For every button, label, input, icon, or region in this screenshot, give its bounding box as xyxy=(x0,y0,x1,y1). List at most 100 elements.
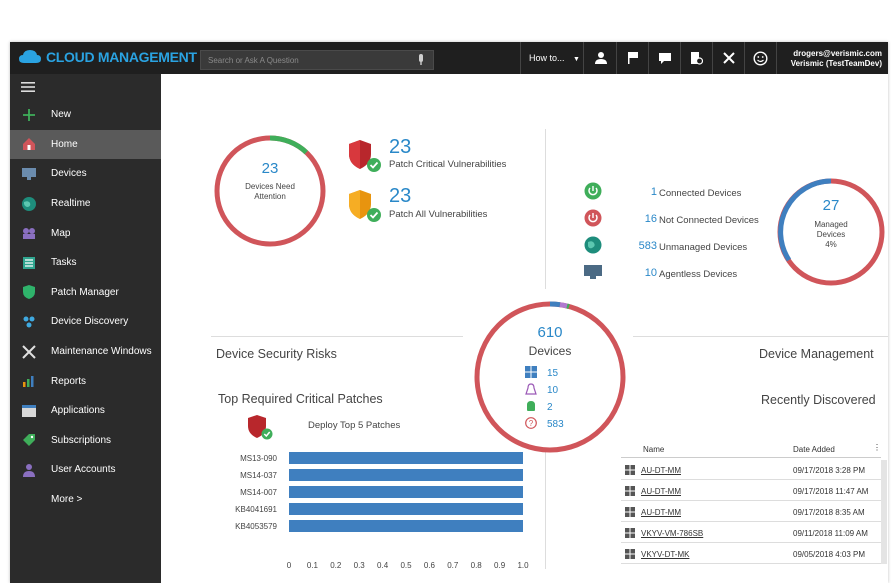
device-name-link[interactable]: AU-DT-MM xyxy=(641,466,681,475)
android-count[interactable]: 2 xyxy=(547,402,553,413)
document-clock-icon xyxy=(691,52,703,65)
table-row[interactable]: AU-DT-MM 09/17/2018 11:47 AM xyxy=(621,481,881,501)
all-label[interactable]: Patch All Vulnerabilities xyxy=(389,209,487,220)
smiley-icon xyxy=(753,50,768,66)
connected-label[interactable]: Connected Devices xyxy=(659,188,741,199)
dashboard: 23 Devices Need Attention 23 Patch Criti… xyxy=(161,74,888,583)
recent-table-header: Name Date Added ⋮ xyxy=(621,442,881,458)
device-name-link[interactable]: AU-DT-MM xyxy=(641,487,681,496)
flag-button[interactable] xyxy=(617,42,649,74)
howto-dropdown[interactable]: How to... ▼ xyxy=(520,42,584,74)
patches-title: Top Required Critical Patches xyxy=(218,392,383,406)
col-date[interactable]: Date Added xyxy=(793,445,835,454)
divider xyxy=(545,129,546,289)
sidebar-item-applications[interactable]: Applications xyxy=(10,396,161,426)
sidebar-item-patch-manager[interactable]: Patch Manager xyxy=(10,278,161,308)
patch-bar[interactable] xyxy=(289,520,523,532)
discovery-icon xyxy=(21,314,37,330)
windows-icon xyxy=(625,528,635,538)
table-row[interactable]: AU-DT-MM 09/17/2018 3:28 PM xyxy=(621,460,881,480)
sidebar-item-label: Tasks xyxy=(51,257,77,269)
sidebar-item-label: Map xyxy=(51,227,71,239)
sidebar-item-reports[interactable]: Reports xyxy=(10,366,161,396)
feedback-button[interactable] xyxy=(745,42,777,74)
table-row[interactable]: VKYV-VM-786SB 09/11/2018 11:09 AM xyxy=(621,523,881,543)
category-label: MS14-007 xyxy=(240,488,277,497)
sidebar-item-map[interactable]: Map xyxy=(10,218,161,248)
menu-toggle[interactable] xyxy=(10,74,161,100)
cloud-icon xyxy=(19,50,41,63)
windows-count[interactable]: 15 xyxy=(547,368,558,379)
col-name[interactable]: Name xyxy=(643,445,664,454)
table-scrollbar[interactable] xyxy=(881,460,887,564)
windows-icon xyxy=(625,465,635,475)
agentless-count[interactable]: 10 xyxy=(581,267,657,279)
managed-label: Managed Devices 4% xyxy=(814,220,848,249)
patches-chart: MS13-090 MS14-037 MS14-007 KB4041691 KB40535… xyxy=(235,452,529,570)
divider xyxy=(633,336,888,337)
sidebar: New Home Devices Realtime Map Tasks Patch Mana… xyxy=(10,74,161,583)
sidebar-item-label: New xyxy=(51,109,72,121)
sidebar-item-user-accounts[interactable]: User Accounts xyxy=(10,455,161,485)
connected-count[interactable]: 1 xyxy=(581,186,657,198)
user-account-menu[interactable]: drogers@verismic.com Verismic (TestTeamD… xyxy=(791,49,882,69)
user-profile-button[interactable] xyxy=(585,42,617,74)
x-tick-label: 0.6 xyxy=(424,561,436,570)
device-name-link[interactable]: VKYV-VM-786SB xyxy=(641,529,703,538)
sidebar-item-more[interactable]: More > xyxy=(10,485,161,515)
x-tick-label: 0.3 xyxy=(354,561,366,570)
sidebar-item-tasks[interactable]: Tasks xyxy=(10,248,161,278)
patch-bar[interactable] xyxy=(289,469,523,481)
sidebar-item-home[interactable]: Home xyxy=(10,129,161,160)
sidebar-item-new[interactable]: New xyxy=(10,100,161,130)
sidebar-item-maintenance-windows[interactable]: Maintenance Windows xyxy=(10,337,161,367)
category-label: KB4053579 xyxy=(235,522,277,531)
not-connected-count[interactable]: 16 xyxy=(581,213,657,225)
patch-bar[interactable] xyxy=(289,503,523,515)
microphone-icon[interactable] xyxy=(417,54,425,66)
device-name-link[interactable]: VKYV-DT-MK xyxy=(641,550,689,559)
date-added: 09/17/2018 11:47 AM xyxy=(793,487,869,496)
critical-count[interactable]: 23 xyxy=(389,136,411,159)
category-label: KB4041691 xyxy=(235,505,277,514)
chat-icon xyxy=(658,52,671,64)
patch-bar[interactable] xyxy=(289,486,523,498)
category-label: MS13-090 xyxy=(240,454,277,463)
chat-button[interactable] xyxy=(649,42,681,74)
unmanaged-label[interactable]: Unmanaged Devices xyxy=(659,242,747,253)
question-icon: ? xyxy=(525,417,537,429)
linux-count[interactable]: 10 xyxy=(547,385,558,396)
all-shield-icon xyxy=(349,190,381,222)
critical-label[interactable]: Patch Critical Vulnerabilities xyxy=(389,159,506,170)
monitor-icon xyxy=(21,166,37,182)
table-row[interactable]: VKYV-DT-MK 09/05/2018 4:03 PM xyxy=(621,544,881,564)
unmanaged-count[interactable]: 583 xyxy=(581,240,657,252)
sidebar-item-devices[interactable]: Devices xyxy=(10,159,161,189)
sidebar-item-device-discovery[interactable]: Device Discovery xyxy=(10,307,161,337)
hamburger-icon xyxy=(21,82,35,92)
table-row[interactable]: AU-DT-MM 09/17/2018 8:35 AM xyxy=(621,502,881,522)
chevron-down-icon: ▼ xyxy=(573,56,580,63)
all-count[interactable]: 23 xyxy=(389,185,411,208)
not-connected-label[interactable]: Not Connected Devices xyxy=(659,215,759,226)
search-input[interactable]: Search or Ask A Question xyxy=(200,50,434,70)
device-notice-button[interactable] xyxy=(681,42,713,74)
tools-button[interactable] xyxy=(713,42,745,74)
sidebar-item-label: More > xyxy=(51,494,83,506)
sidebar-item-subscriptions[interactable]: Subscriptions xyxy=(10,426,161,456)
sidebar-item-label: Device Discovery xyxy=(51,316,129,328)
device-name-link[interactable]: AU-DT-MM xyxy=(641,508,681,517)
column-menu-icon[interactable]: ⋮ xyxy=(873,443,881,452)
deploy-shield-icon xyxy=(248,415,273,440)
unknown-count[interactable]: 583 xyxy=(547,419,564,430)
home-icon xyxy=(21,136,37,152)
date-added: 09/17/2018 3:28 PM xyxy=(793,466,866,475)
agentless-label[interactable]: Agentless Devices xyxy=(659,269,737,280)
tasks-icon xyxy=(21,255,37,271)
security-section-title: Device Security Risks xyxy=(216,347,337,361)
patch-bar[interactable] xyxy=(289,452,523,464)
x-tick-label: 1.0 xyxy=(517,561,529,570)
reports-icon xyxy=(21,373,37,389)
deploy-patches-button[interactable]: Deploy Top 5 Patches xyxy=(308,420,400,431)
sidebar-item-realtime[interactable]: Realtime xyxy=(10,189,161,219)
